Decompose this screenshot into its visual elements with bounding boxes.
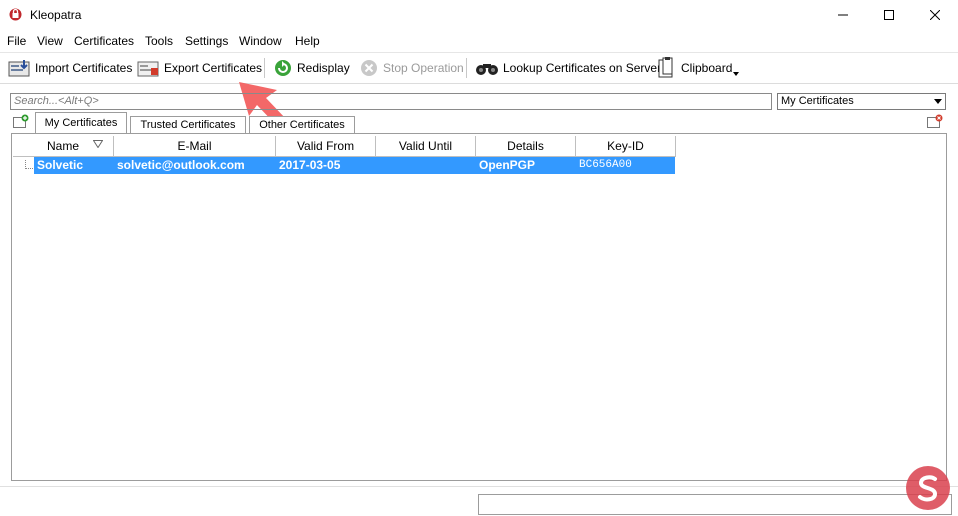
export-certificates-button[interactable]: Export Certificates xyxy=(137,57,262,79)
redisplay-button[interactable]: Redisplay xyxy=(272,57,350,79)
cell-key-id: BC656A00 xyxy=(579,159,632,171)
close-icon xyxy=(930,10,940,20)
clipboard-label: Clipboard xyxy=(681,61,733,75)
stop-operation-button[interactable]: Stop Operation xyxy=(358,57,464,79)
clipboard-button[interactable]: Clipboard xyxy=(656,57,742,79)
export-icon xyxy=(137,61,159,77)
new-tab-icon[interactable] xyxy=(13,114,29,129)
menu-view[interactable]: View xyxy=(37,34,63,48)
title-bar: Kleopatra xyxy=(0,0,958,30)
menu-settings[interactable]: Settings xyxy=(185,34,228,48)
cell-valid-from: 2017-03-05 xyxy=(279,158,341,172)
menu-tools[interactable]: Tools xyxy=(145,34,173,48)
minimize-icon xyxy=(838,14,848,16)
watermark-logo-icon xyxy=(906,466,950,510)
import-label: Import Certificates xyxy=(35,61,133,75)
menu-window[interactable]: Window xyxy=(239,34,282,48)
sort-indicator-icon xyxy=(93,140,103,148)
column-header-email[interactable]: E-Mail xyxy=(114,136,276,157)
menu-certificates[interactable]: Certificates xyxy=(74,34,134,48)
toolbar: Import Certificates Export Certificates … xyxy=(0,52,958,84)
kleopatra-icon xyxy=(9,8,22,21)
search-input[interactable]: Search...<Alt+Q> xyxy=(10,93,772,110)
lookup-label: Lookup Certificates on Server xyxy=(503,61,662,75)
cell-email: solvetic@outlook.com xyxy=(117,158,245,172)
redisplay-label: Redisplay xyxy=(297,61,350,75)
menu-help[interactable]: Help xyxy=(295,34,320,48)
column-header-key-id[interactable]: Key-ID xyxy=(576,136,676,157)
column-header-details[interactable]: Details xyxy=(476,136,576,157)
table-row[interactable]: Solvetic solvetic@outlook.com 2017-03-05… xyxy=(34,157,675,174)
column-header-label: Name xyxy=(46,139,79,153)
certificate-list-panel[interactable] xyxy=(11,133,947,481)
import-icon xyxy=(8,60,30,77)
tab-other-certificates[interactable]: Other Certificates xyxy=(249,116,355,133)
cell-name: Solvetic xyxy=(37,158,84,172)
minimize-button[interactable] xyxy=(820,0,866,30)
column-header-valid-from[interactable]: Valid From xyxy=(276,136,376,157)
binoculars-icon xyxy=(476,64,498,75)
menu-bar: File View Certificates Tools Settings Wi… xyxy=(0,31,958,51)
toolbar-separator xyxy=(264,58,265,78)
close-button[interactable] xyxy=(912,0,958,30)
clipboard-icon xyxy=(658,57,673,78)
export-label: Export Certificates xyxy=(164,61,263,75)
refresh-icon xyxy=(275,60,291,76)
stop-label: Stop Operation xyxy=(383,61,464,75)
import-certificates-button[interactable]: Import Certificates xyxy=(8,57,132,79)
menu-file[interactable]: File xyxy=(7,34,26,48)
close-tab-icon[interactable] xyxy=(927,114,943,129)
column-header-name[interactable]: Name xyxy=(13,136,114,157)
filter-selected-value: My Certificates xyxy=(781,95,854,107)
maximize-button[interactable] xyxy=(866,0,912,30)
tab-my-certificates[interactable]: My Certificates xyxy=(35,112,127,134)
dropdown-arrow-icon xyxy=(733,72,740,76)
toolbar-separator xyxy=(466,58,467,78)
chevron-down-icon xyxy=(934,99,942,104)
certificate-filter-select[interactable]: My Certificates xyxy=(777,93,946,110)
status-message-field xyxy=(478,494,952,515)
stop-icon xyxy=(361,60,377,76)
lookup-certificates-button[interactable]: Lookup Certificates on Server xyxy=(474,57,661,79)
cell-details: OpenPGP xyxy=(479,158,536,172)
window-title: Kleopatra xyxy=(30,8,82,22)
column-header-valid-until[interactable]: Valid Until xyxy=(376,136,476,157)
tab-trusted-certificates[interactable]: Trusted Certificates xyxy=(130,116,246,133)
maximize-icon xyxy=(884,10,894,20)
